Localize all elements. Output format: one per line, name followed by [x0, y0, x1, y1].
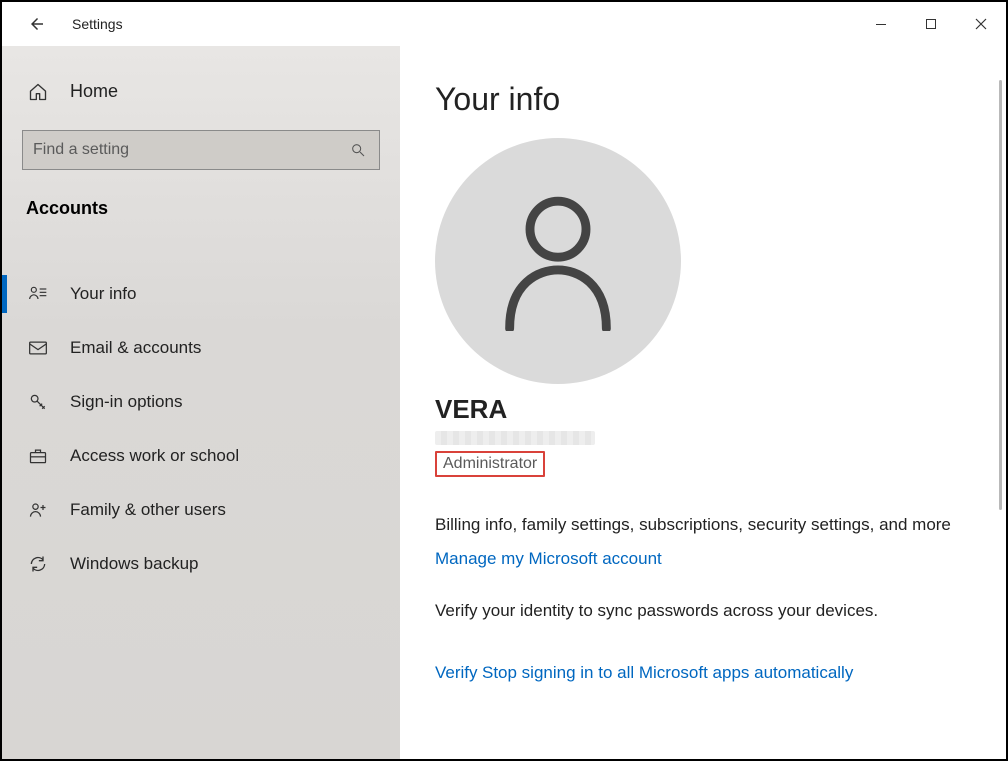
window-title: Settings: [72, 16, 123, 32]
home-label: Home: [70, 81, 118, 102]
sidebar-item-label: Family & other users: [70, 500, 226, 520]
back-arrow-icon: [28, 15, 46, 33]
sync-icon: [28, 554, 48, 574]
your-info-icon: [28, 284, 48, 304]
main-content: Your info VERA Administrator Billing inf…: [400, 46, 1006, 759]
verify-link[interactable]: Verify: [435, 663, 478, 683]
user-role: Administrator: [435, 451, 545, 477]
search-icon: [347, 142, 369, 158]
sidebar-item-windows-backup[interactable]: Windows backup: [2, 537, 400, 591]
sidebar-item-label: Sign-in options: [70, 392, 182, 412]
user-name: VERA: [435, 394, 976, 425]
sidebar-item-your-info[interactable]: Your info: [2, 267, 400, 321]
sidebar-item-email-accounts[interactable]: Email & accounts: [2, 321, 400, 375]
section-title: Accounts: [22, 198, 380, 219]
stop-signin-link[interactable]: Stop signing in to all Microsoft apps au…: [482, 663, 853, 683]
search-input[interactable]: [33, 141, 347, 159]
maximize-icon: [925, 18, 937, 30]
close-button[interactable]: [956, 2, 1006, 46]
billing-description: Billing info, family settings, subscript…: [435, 515, 976, 535]
manage-account-link[interactable]: Manage my Microsoft account: [435, 549, 662, 569]
user-email-redacted: [435, 431, 595, 445]
home-nav[interactable]: Home: [22, 46, 380, 122]
scrollbar[interactable]: [999, 80, 1002, 510]
close-icon: [975, 18, 987, 30]
key-icon: [28, 392, 48, 412]
home-icon: [28, 82, 48, 102]
briefcase-icon: [28, 446, 48, 466]
search-box[interactable]: [22, 130, 380, 170]
mail-icon: [28, 338, 48, 358]
back-button[interactable]: [22, 9, 52, 39]
minimize-icon: [875, 18, 887, 30]
verify-description: Verify your identity to sync passwords a…: [435, 601, 976, 621]
sidebar-item-signin-options[interactable]: Sign-in options: [2, 375, 400, 429]
maximize-button[interactable]: [906, 2, 956, 46]
people-icon: [28, 500, 48, 520]
sidebar-item-label: Windows backup: [70, 554, 199, 574]
sidebar: Home Accounts Your info Email & accounts: [2, 46, 400, 759]
sidebar-item-work-school[interactable]: Access work or school: [2, 429, 400, 483]
sidebar-item-label: Email & accounts: [70, 338, 201, 358]
person-icon: [493, 191, 623, 331]
avatar: [435, 138, 681, 384]
page-title: Your info: [435, 81, 976, 118]
minimize-button[interactable]: [856, 2, 906, 46]
sidebar-item-family-users[interactable]: Family & other users: [2, 483, 400, 537]
sidebar-item-label: Access work or school: [70, 446, 239, 466]
sidebar-item-label: Your info: [70, 284, 136, 304]
